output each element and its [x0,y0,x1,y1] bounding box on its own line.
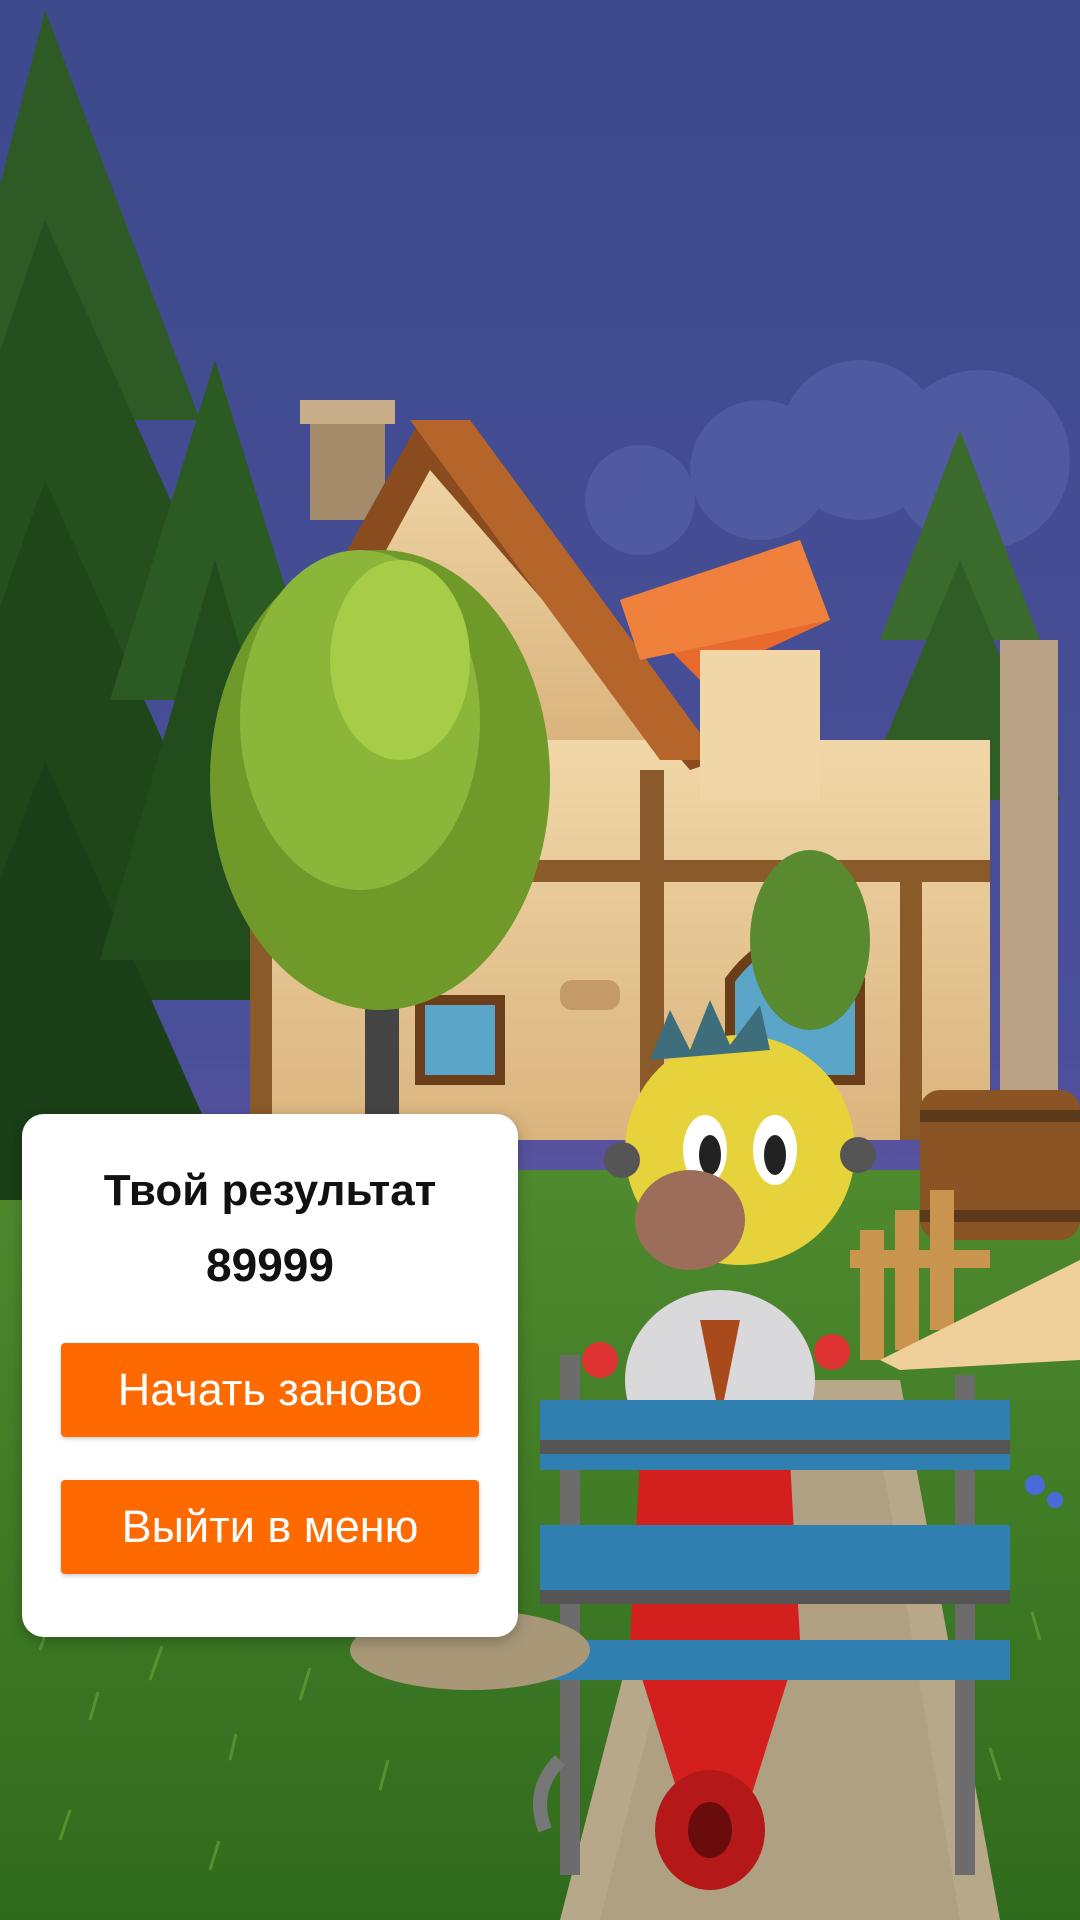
score-value: 89999 [206,1239,334,1291]
small-plant [750,850,870,1030]
restart-button[interactable]: Начать заново [61,1343,479,1437]
result-dialog: Твой результат 89999 Начать заново Выйти… [22,1114,518,1637]
exit-to-menu-button[interactable]: Выйти в меню [61,1480,479,1574]
result-title: Твой результат [103,1166,437,1215]
